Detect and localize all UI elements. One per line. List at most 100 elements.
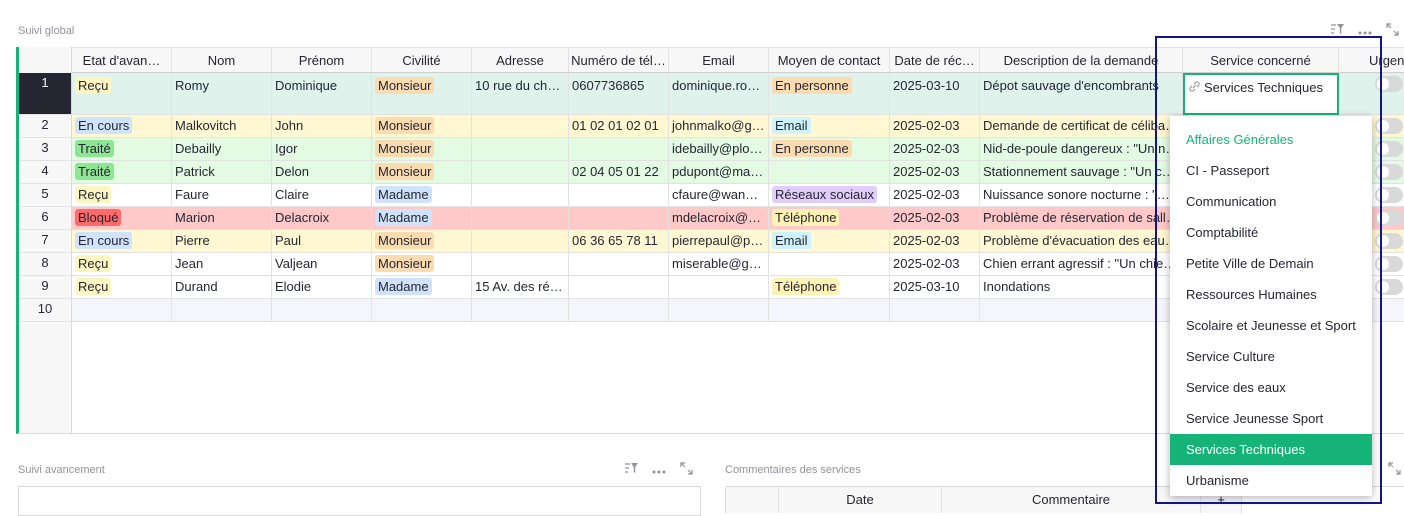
cell-prenom[interactable]: John — [272, 115, 372, 138]
cell-nom[interactable]: Romy — [172, 73, 272, 115]
cell-etat[interactable] — [72, 299, 172, 322]
cell-desc[interactable]: Nuissance sonore nocturne : "D… — [980, 184, 1183, 207]
row-number[interactable]: 2 — [19, 115, 72, 138]
row-number[interactable]: 5 — [19, 184, 72, 207]
cell-etat[interactable]: En cours — [72, 230, 172, 253]
cell-nom[interactable]: Faure — [172, 184, 272, 207]
cell-adresse[interactable] — [472, 161, 569, 184]
cell-email[interactable]: cfaure@wan… — [669, 184, 769, 207]
cell-date[interactable] — [890, 299, 980, 322]
cell-date[interactable]: 2025-02-03 — [890, 253, 980, 276]
row-number[interactable]: 6 — [19, 207, 72, 230]
cell-adresse[interactable]: 10 rue du ch… — [472, 73, 569, 115]
cell-tel[interactable] — [569, 207, 669, 230]
cell-tel[interactable]: 02 04 05 01 22 — [569, 161, 669, 184]
dropdown-option[interactable]: Services Techniques — [1170, 434, 1372, 465]
cell-civ[interactable]: Monsieur — [372, 115, 472, 138]
urgent-toggle[interactable] — [1375, 164, 1403, 180]
cell-date[interactable]: 2025-02-03 — [890, 138, 980, 161]
expand-icon[interactable] — [1388, 462, 1401, 478]
cell-tel[interactable] — [569, 253, 669, 276]
cell-email[interactable]: miserable@g… — [669, 253, 769, 276]
dropdown-option[interactable]: Service des eaux — [1170, 372, 1372, 403]
dropdown-option[interactable]: Service Jeunesse Sport — [1170, 403, 1372, 434]
cell-date[interactable]: 2025-02-03 — [890, 161, 980, 184]
cell-email[interactable]: johnmalko@g… — [669, 115, 769, 138]
cell-service[interactable]: Services Techniques — [1183, 73, 1339, 115]
urgent-toggle[interactable] — [1375, 187, 1403, 203]
cell-email[interactable]: mdelacroix@… — [669, 207, 769, 230]
cell-etat[interactable]: Reçu — [72, 73, 172, 115]
urgent-toggle[interactable] — [1375, 256, 1403, 272]
cell-desc[interactable]: Stationnement sauvage : "Un c… — [980, 161, 1183, 184]
cell-prenom[interactable]: Claire — [272, 184, 372, 207]
dropdown-option[interactable]: Affaires Générales — [1170, 124, 1372, 155]
row-number[interactable]: 8 — [19, 253, 72, 276]
cell-date[interactable]: 2025-02-03 — [890, 115, 980, 138]
column-header-civ[interactable]: Civilité — [372, 47, 472, 73]
column-header-email[interactable]: Email — [669, 47, 769, 73]
cell-civ[interactable] — [372, 299, 472, 322]
urgent-toggle[interactable] — [1375, 210, 1403, 226]
urgent-toggle[interactable] — [1375, 279, 1403, 295]
column-header-adresse[interactable]: Adresse — [472, 47, 569, 73]
cell-civ[interactable]: Monsieur — [372, 138, 472, 161]
cell-tel[interactable] — [569, 276, 669, 299]
dropdown-option[interactable]: Communication — [1170, 186, 1372, 217]
cell-date[interactable]: 2025-03-10 — [890, 276, 980, 299]
column-header-date[interactable]: Date de réc… — [890, 47, 980, 73]
dropdown-option[interactable]: CI - Passeport — [1170, 155, 1372, 186]
cell-civ[interactable]: Madame — [372, 184, 472, 207]
cell-etat[interactable]: Reçu — [72, 253, 172, 276]
cell-nom[interactable]: Malkovitch — [172, 115, 272, 138]
dropdown-option[interactable]: Ressources Humaines — [1170, 279, 1372, 310]
row-number[interactable]: 9 — [19, 276, 72, 299]
cell-moyen[interactable]: En personne — [769, 138, 890, 161]
cell-moyen[interactable] — [769, 161, 890, 184]
cell-desc[interactable]: Inondations — [980, 276, 1183, 299]
more-icon[interactable] — [652, 463, 666, 477]
cell-adresse[interactable] — [472, 230, 569, 253]
cell-etat[interactable]: Traité — [72, 161, 172, 184]
cell-moyen[interactable]: Email — [769, 115, 890, 138]
commentaires-col-commentaire[interactable]: Commentaire — [941, 487, 1201, 513]
cell-moyen[interactable]: En personne — [769, 73, 890, 115]
cell-adresse[interactable]: 15 Av. des ré… — [472, 276, 569, 299]
cell-tel[interactable] — [569, 299, 669, 322]
column-header-tel[interactable]: Numéro de tél… — [569, 47, 669, 73]
urgent-toggle[interactable] — [1375, 141, 1403, 157]
cell-adresse[interactable] — [472, 115, 569, 138]
column-header-nom[interactable]: Nom — [172, 47, 272, 73]
cell-date[interactable]: 2025-02-03 — [890, 207, 980, 230]
cell-adresse[interactable] — [472, 184, 569, 207]
dropdown-option[interactable]: Urbanisme — [1170, 465, 1372, 496]
filter-sort-icon[interactable] — [624, 462, 638, 478]
cell-etat[interactable]: En cours — [72, 115, 172, 138]
cell-etat[interactable]: Traité — [72, 138, 172, 161]
cell-moyen[interactable]: Réseaux sociaux — [769, 184, 890, 207]
column-header-etat[interactable]: Etat d'avan… — [72, 47, 172, 73]
cell-moyen[interactable]: Email — [769, 230, 890, 253]
cell-email[interactable] — [669, 276, 769, 299]
cell-nom[interactable]: Patrick — [172, 161, 272, 184]
cell-civ[interactable]: Madame — [372, 276, 472, 299]
cell-etat[interactable]: Reçu — [72, 184, 172, 207]
cell-email[interactable]: dominique.ro… — [669, 73, 769, 115]
cell-moyen[interactable]: Téléphone — [769, 276, 890, 299]
urgent-toggle[interactable] — [1375, 76, 1403, 92]
cell-adresse[interactable] — [472, 253, 569, 276]
cell-desc[interactable]: Demande de certificat de céliba… — [980, 115, 1183, 138]
cell-date[interactable]: 2025-02-03 — [890, 230, 980, 253]
cell-civ[interactable]: Monsieur — [372, 161, 472, 184]
cell-civ[interactable]: Monsieur — [372, 73, 472, 115]
cell-moyen[interactable] — [769, 299, 890, 322]
cell-prenom[interactable]: Valjean — [272, 253, 372, 276]
dropdown-option[interactable]: Service Culture — [1170, 341, 1372, 372]
dropdown-option[interactable]: Comptabilité — [1170, 217, 1372, 248]
cell-prenom[interactable]: Igor — [272, 138, 372, 161]
row-number[interactable]: 1 — [19, 73, 72, 115]
dropdown-option[interactable]: Petite Ville de Demain — [1170, 248, 1372, 279]
cell-nom[interactable]: Pierre — [172, 230, 272, 253]
cell-desc[interactable] — [980, 299, 1183, 322]
cell-date[interactable]: 2025-03-10 — [890, 73, 980, 115]
